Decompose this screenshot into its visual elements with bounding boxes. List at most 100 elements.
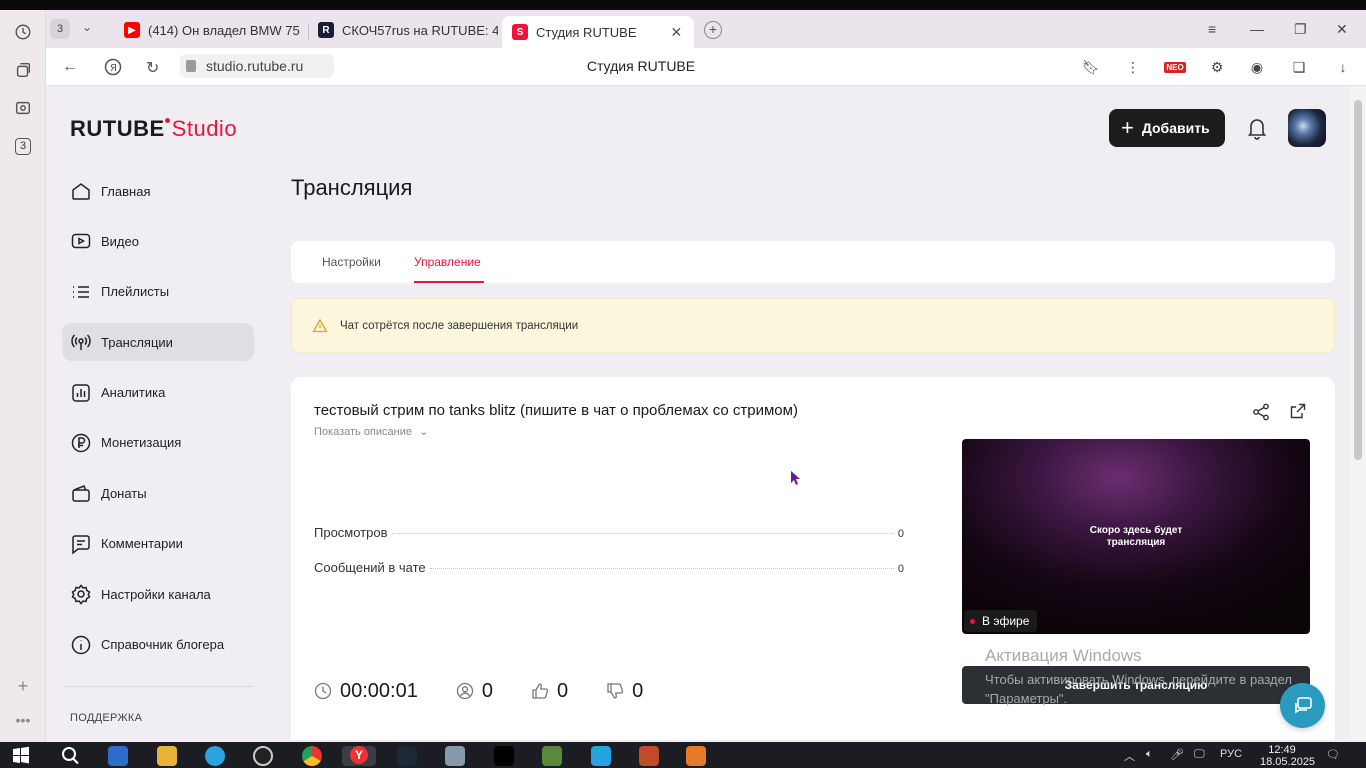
url-field[interactable]: studio.rutube.ru <box>180 54 334 78</box>
game-app-icon[interactable] <box>639 746 659 766</box>
add-button[interactable]: + Добавить <box>1109 109 1225 147</box>
sidebar-item-blogger-guide[interactable]: Справочник блогера <box>62 626 254 664</box>
clock[interactable]: 12:49 18.05.2025 <box>1260 744 1315 768</box>
tab-rutube-studio[interactable]: S Студия RUTUBE ✕ <box>502 16 694 48</box>
scrollbar-thumb[interactable] <box>1354 100 1362 460</box>
sidebar-item-channel-settings[interactable]: Настройки канала <box>62 575 254 613</box>
minecraft-icon[interactable] <box>542 746 562 766</box>
extensions-icon[interactable]: ⚙︎ <box>1208 58 1226 76</box>
restore-icon[interactable]: ❐ <box>1294 21 1307 38</box>
search-icon[interactable] <box>60 746 80 766</box>
chrome-icon[interactable] <box>302 746 322 766</box>
lock-icon <box>186 60 196 72</box>
network-icon[interactable]: 🖵︎ <box>1194 748 1205 761</box>
sidebar-item-label: Трансляции <box>101 334 173 350</box>
tab-count[interactable]: 3 <box>50 19 70 39</box>
back-icon[interactable]: ← <box>62 58 78 76</box>
viewers-meter: 0 <box>456 680 493 703</box>
yandex-browser-taskbar[interactable]: Y <box>342 746 376 766</box>
add-panel-icon[interactable]: + <box>13 676 33 696</box>
notice-text: Чат сотрётся после завершения трансляции <box>340 319 579 332</box>
file-explorer-icon[interactable] <box>157 746 177 766</box>
avatar[interactable] <box>1288 109 1326 147</box>
sidebar-item-comments[interactable]: Комментарии <box>62 525 254 563</box>
sidebar-item-video[interactable]: Видео <box>62 222 254 260</box>
media-play-icon[interactable]: ◉ <box>1248 58 1266 76</box>
sidebar-item-home[interactable]: Главная <box>62 172 254 210</box>
tab-management[interactable]: Управление <box>414 255 481 269</box>
rutube-studio-icon: S <box>512 24 528 40</box>
windows-activation-text: Чтобы активировать Windows, перейдите в … <box>985 670 1292 708</box>
info-icon <box>71 635 91 654</box>
telegram-icon[interactable] <box>205 746 225 766</box>
tab-settings[interactable]: Настройки <box>322 255 381 269</box>
media-icon[interactable] <box>13 98 33 118</box>
broadcast-icon <box>71 334 91 351</box>
support-chat-button[interactable] <box>1280 683 1325 728</box>
tab-rutube-channel[interactable]: R СКОЧ57rus на RUTUBE: 4 <box>308 16 498 44</box>
show-description-toggle[interactable]: Показать описание ⌄ <box>314 425 428 438</box>
history-icon[interactable] <box>13 22 33 42</box>
download-icon[interactable]: ↓ <box>1334 58 1352 76</box>
neo-extension-icon[interactable]: NEO <box>1164 58 1186 76</box>
top-bar <box>0 0 1366 10</box>
window-close-icon[interactable]: ✕ <box>1336 21 1348 38</box>
app-icon[interactable] <box>445 746 465 766</box>
media-player-icon[interactable] <box>686 746 706 766</box>
sidebar-nav: Главная Видео Плейлисты Трансляции Анали… <box>62 172 254 676</box>
rutube-studio-logo[interactable]: RUTUBE Studio <box>70 116 237 142</box>
microphone-icon[interactable]: 🎤︎ <box>1170 748 1184 761</box>
new-tab-button[interactable]: + <box>704 21 722 39</box>
tab-label: СКОЧ57rus на RUTUBE: 4 <box>342 22 498 38</box>
bookmark-icon[interactable]: 🔖︎ <box>1082 58 1100 76</box>
stream-preview[interactable]: Скоро здесь будет трансляция В эфире <box>962 439 1310 634</box>
share-icon[interactable] <box>1251 402 1271 422</box>
warning-icon <box>312 318 328 332</box>
menu-icon[interactable]: ≡ <box>1208 21 1216 37</box>
notifications-icon[interactable]: 🗨︎ <box>1326 748 1340 761</box>
minimize-icon[interactable]: — <box>1250 21 1264 37</box>
collections-icon[interactable] <box>13 60 33 80</box>
clock-time: 12:49 <box>1268 744 1296 756</box>
language-indicator[interactable]: РУС <box>1220 748 1242 760</box>
plus-icon: + <box>1121 115 1134 140</box>
zoom-app-icon[interactable] <box>591 746 611 766</box>
close-icon[interactable]: ✕ <box>671 24 683 41</box>
thumbs-up-icon <box>532 683 549 699</box>
sidebar-divider <box>64 686 254 687</box>
external-link-icon[interactable] <box>1289 402 1307 420</box>
ruble-icon <box>71 433 91 453</box>
analytics-icon <box>72 383 90 402</box>
bell-icon[interactable] <box>1246 116 1268 140</box>
steam-icon[interactable] <box>397 746 417 766</box>
yandex-icon[interactable]: Я <box>104 58 122 81</box>
tiktok-icon[interactable] <box>494 746 514 766</box>
sidebar-item-donations[interactable]: Донаты <box>62 474 254 512</box>
obs-icon[interactable] <box>253 746 273 766</box>
volume-icon[interactable]: 🔈︎ <box>1146 748 1153 761</box>
thumbs-down-icon <box>607 683 624 699</box>
stat-label: Просмотров <box>314 525 388 540</box>
reader-icon[interactable]: ❏ <box>1290 58 1308 76</box>
tray-chevron-icon[interactable]: ︿ <box>1124 748 1135 764</box>
sidebar-item-label: Справочник блогера <box>101 637 225 653</box>
kebab-icon[interactable]: ⋮ <box>1124 58 1142 76</box>
sidebar-item-monetization[interactable]: Монетизация <box>62 424 254 462</box>
windows-start-icon[interactable] <box>12 746 32 766</box>
gear-icon <box>71 584 91 605</box>
more-icon[interactable]: ••• <box>13 710 33 730</box>
tab-youtube[interactable]: ▶ (414) Он владел BMW 75 <box>114 16 304 44</box>
sidebar-item-analytics[interactable]: Аналитика <box>62 374 254 412</box>
sidebar-item-streams[interactable]: Трансляции <box>62 323 254 362</box>
rail-badge[interactable]: 3 <box>13 136 33 156</box>
active-tab-underline <box>414 281 484 283</box>
likes-value: 0 <box>556 679 569 702</box>
page-scrollbar[interactable] <box>1350 86 1366 740</box>
wallet-icon <box>72 485 90 503</box>
stat-chat-messages: Сообщений в чате 0 <box>314 560 904 575</box>
reload-icon[interactable]: ↻ <box>146 58 159 78</box>
calculator-app-icon[interactable] <box>108 746 128 766</box>
sidebar-item-playlists[interactable]: Плейлисты <box>62 273 254 311</box>
chevron-down-icon[interactable]: ⌄ <box>82 20 92 34</box>
url-text: studio.rutube.ru <box>206 58 304 74</box>
